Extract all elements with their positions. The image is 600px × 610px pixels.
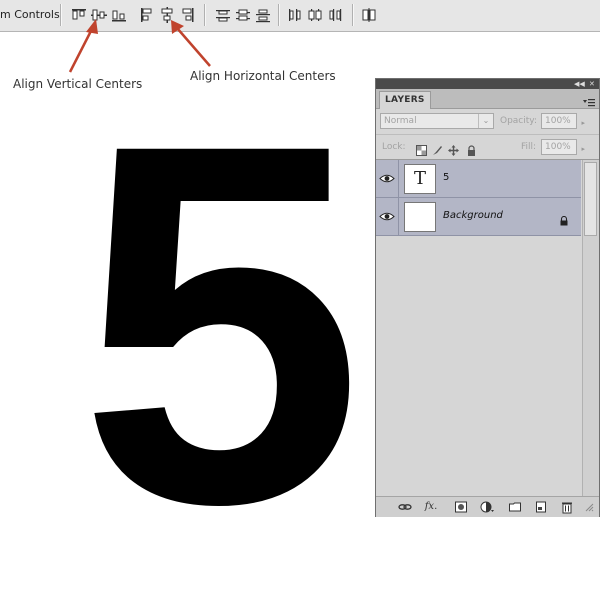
- chevron-down-icon: ⌄: [478, 114, 493, 128]
- fx-icon[interactable]: fx.: [424, 500, 438, 514]
- layer-name[interactable]: 5: [443, 172, 449, 183]
- fill-field[interactable]: 100% ▸: [541, 139, 585, 155]
- tab-layers[interactable]: LAYERS: [379, 91, 431, 109]
- close-panel-icon[interactable]: ✕: [589, 79, 595, 89]
- panel-menu-icon[interactable]: [583, 93, 595, 107]
- canvas-digit-text[interactable]: 5: [56, 68, 386, 580]
- lock-transparent-pixels-icon[interactable]: [416, 141, 427, 156]
- eye-icon: [379, 174, 395, 183]
- lock-all-icon[interactable]: [466, 141, 477, 156]
- scrollbar-thumb[interactable]: [584, 162, 597, 236]
- fill-label: Fill:: [521, 142, 537, 152]
- blend-mode-select[interactable]: Normal ⌄: [380, 113, 494, 129]
- visibility-toggle[interactable]: [376, 160, 399, 197]
- lock-position-icon[interactable]: [448, 141, 459, 156]
- add-mask-icon[interactable]: [454, 500, 468, 514]
- layer-row-background[interactable]: Background: [376, 198, 581, 236]
- opacity-field[interactable]: 100% ▸: [541, 113, 585, 129]
- new-layer-icon[interactable]: [534, 500, 548, 514]
- new-group-icon[interactable]: [508, 500, 522, 514]
- adjustment-layer-icon[interactable]: [480, 500, 494, 514]
- lock-image-pixels-icon[interactable]: [432, 141, 443, 155]
- resize-grip-icon[interactable]: [582, 502, 596, 516]
- lock-row: Lock: Fill: 100% ▸: [376, 135, 599, 160]
- lock-label: Lock:: [382, 142, 406, 152]
- layer-row-text[interactable]: T 5: [376, 160, 581, 198]
- eye-icon: [379, 212, 395, 221]
- opacity-value: 100%: [545, 116, 571, 126]
- layers-bottom-toolbar: fx.: [376, 496, 599, 517]
- collapse-panel-icon[interactable]: ◀◀: [574, 79, 585, 89]
- layer-name[interactable]: Background: [443, 210, 503, 221]
- panel-title-bar[interactable]: ◀◀ ✕: [376, 79, 599, 89]
- visibility-toggle[interactable]: [376, 198, 399, 235]
- opacity-label: Opacity:: [500, 116, 537, 126]
- blend-row: Normal ⌄ Opacity: 100% ▸: [376, 110, 599, 135]
- chevron-right-icon[interactable]: ▸: [581, 142, 585, 156]
- lock-icon: [559, 211, 569, 226]
- layers-list: T 5 Background: [376, 160, 599, 501]
- link-layers-icon[interactable]: [398, 500, 412, 514]
- layers-scrollbar[interactable]: [582, 160, 599, 501]
- background-layer-thumbnail[interactable]: [404, 202, 436, 232]
- chevron-right-icon[interactable]: ▸: [581, 116, 585, 130]
- text-layer-thumbnail[interactable]: T: [404, 164, 436, 194]
- layers-panel: ◀◀ ✕ LAYERS Normal ⌄ Opacity: 100% ▸ Loc…: [375, 78, 600, 517]
- blend-mode-value: Normal: [384, 116, 417, 126]
- delete-layer-icon[interactable]: [560, 500, 574, 514]
- fill-value: 100%: [545, 142, 571, 152]
- panel-tab-row: LAYERS: [376, 89, 599, 109]
